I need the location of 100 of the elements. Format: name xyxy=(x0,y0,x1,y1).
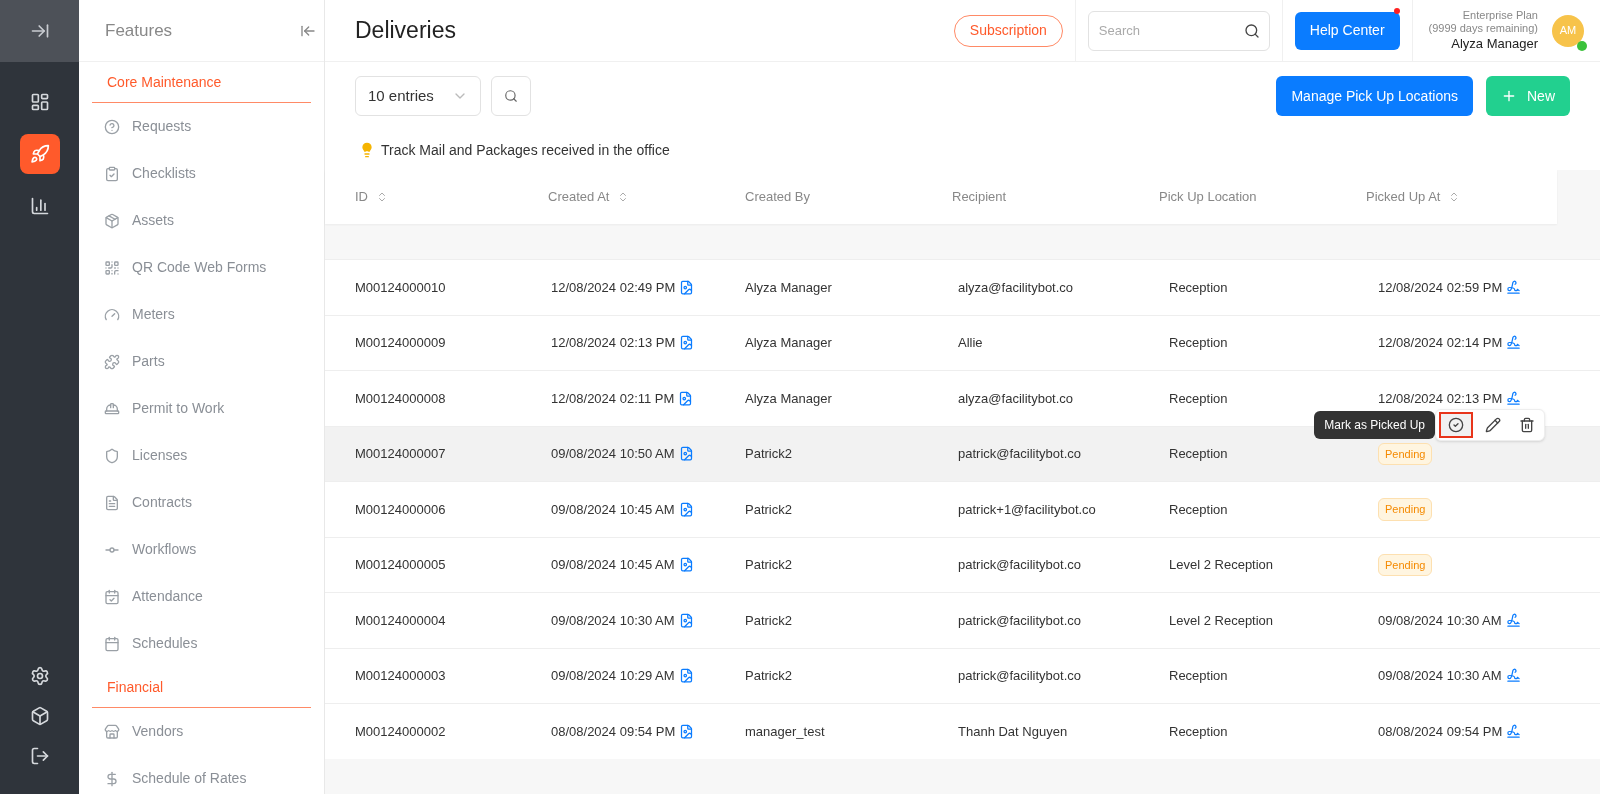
delete-icon[interactable] xyxy=(1519,416,1535,433)
table-cell-text: M00124000009 xyxy=(355,334,447,352)
table-cell-text: 09/08/2024 10:30 AM xyxy=(551,611,675,630)
table-cell-text: M00124000004 xyxy=(355,611,447,630)
search-icon[interactable] xyxy=(1243,22,1260,39)
sidebar-item[interactable]: Contracts xyxy=(79,479,324,526)
signature-icon[interactable] xyxy=(1505,612,1521,628)
search-field[interactable]: Search xyxy=(1087,10,1270,51)
column-header[interactable]: Created At xyxy=(548,187,745,207)
sidebar-item[interactable]: Permit to Work xyxy=(79,385,324,432)
table-cell-text: 12/08/2024 02:14 PM xyxy=(1378,334,1503,352)
table-cell-text: M00124000007 xyxy=(355,445,447,463)
sidebar-item[interactable]: Checklists xyxy=(79,150,324,197)
signature-icon[interactable] xyxy=(1506,723,1522,739)
sidebar-item[interactable]: Parts xyxy=(79,338,324,385)
sidebar-title: Features xyxy=(105,19,173,42)
search-button[interactable] xyxy=(491,76,531,116)
column-header[interactable]: Picked Up At xyxy=(1366,187,1557,207)
gauge-icon xyxy=(104,306,120,323)
signature-icon[interactable] xyxy=(1506,390,1522,406)
status-badge: Pending xyxy=(1378,442,1433,465)
table-cell-text: M00124000006 xyxy=(355,500,447,519)
table-cell-text: 09/08/2024 10:50 AM xyxy=(551,445,675,463)
sidebar-item[interactable]: Workflows xyxy=(79,526,324,573)
signature-icon[interactable] xyxy=(1505,668,1521,684)
table-cell-text: Thanh Dat Nguyen xyxy=(957,722,1069,741)
plan-label: Enterprise Plan xyxy=(1462,8,1538,23)
document-icon xyxy=(104,494,120,511)
table-cell-text: Patrick2 xyxy=(745,445,793,463)
table-cell-text: 09/08/2024 10:30 AM xyxy=(1378,667,1502,685)
sidebar-item[interactable]: Meters xyxy=(79,291,324,338)
table-cell-text: patrick@facilitybot.co xyxy=(957,556,1083,574)
sidebar-item[interactable]: Requests xyxy=(79,103,324,150)
sidebar-item[interactable]: Vendors xyxy=(79,708,324,755)
table-cell-text: patrick@facilitybot.co xyxy=(957,445,1083,463)
new-button[interactable]: New xyxy=(1486,76,1570,116)
sidebar-item[interactable]: Attendance xyxy=(79,573,324,620)
entries-select[interactable]: 10 entries xyxy=(355,76,481,116)
logout-icon[interactable] xyxy=(29,746,50,766)
edit-icon[interactable] xyxy=(1485,416,1501,433)
clipboard-icon xyxy=(104,165,120,182)
table-cell-text: M00124000010 xyxy=(355,278,447,297)
settings-icon[interactable] xyxy=(29,666,50,686)
image-file-icon[interactable] xyxy=(678,390,694,406)
image-file-icon[interactable] xyxy=(678,557,694,573)
sort-icon[interactable] xyxy=(376,191,388,203)
table-cell-text: alyza@facilitybot.co xyxy=(957,389,1075,408)
dollar-icon xyxy=(104,770,120,787)
column-header[interactable]: Created By xyxy=(745,187,952,207)
sidebar-item[interactable]: QR Code Web Forms xyxy=(79,244,324,291)
column-header[interactable]: Recipient xyxy=(952,187,1159,207)
search-icon xyxy=(504,89,518,103)
column-header[interactable]: Pick Up Location xyxy=(1159,187,1366,207)
table-cell-text: Patrick2 xyxy=(745,611,793,630)
tip-text: Track Mail and Packages received in the office xyxy=(381,140,670,160)
table-cell-text: alyza@facilitybot.co xyxy=(957,278,1075,297)
table-cell-text: Reception xyxy=(1168,445,1229,463)
table-cell-text: 12/08/2024 02:49 PM xyxy=(551,278,676,297)
section-heading: Financial xyxy=(107,679,164,695)
table-cell-text: patrick+1@facilitybot.co xyxy=(957,500,1097,519)
table-cell-text: Patrick2 xyxy=(745,500,793,519)
expand-icon[interactable] xyxy=(29,21,50,41)
sidebar-item[interactable]: Schedule of Rates xyxy=(79,755,324,794)
table-cell-text: 09/08/2024 10:30 AM xyxy=(1378,611,1502,630)
table-cell-text: Alyza Manager xyxy=(745,278,833,297)
sidebar-item[interactable]: Licenses xyxy=(79,432,324,479)
help-center-button[interactable]: Help Center xyxy=(1294,11,1400,50)
table-cell-text: 09/08/2024 10:29 AM xyxy=(551,667,675,685)
image-file-icon[interactable] xyxy=(679,723,695,739)
table-cell-text: 08/08/2024 09:54 PM xyxy=(551,722,676,741)
helmet-icon xyxy=(104,400,120,417)
table-cell-text: Reception xyxy=(1168,722,1229,741)
column-header[interactable]: ID xyxy=(355,187,548,207)
table-cell-text: 09/08/2024 10:45 AM xyxy=(551,556,675,574)
lightbulb-icon xyxy=(359,142,375,158)
image-file-icon[interactable] xyxy=(678,501,694,517)
signature-icon[interactable] xyxy=(1506,279,1522,295)
sidebar-item[interactable]: Assets xyxy=(79,197,324,244)
signature-icon[interactable] xyxy=(1506,335,1522,351)
image-file-icon[interactable] xyxy=(679,335,695,351)
cube-icon[interactable] xyxy=(29,706,50,726)
mark-picked-up-button[interactable] xyxy=(1439,411,1473,438)
sidebar-item[interactable]: Schedules xyxy=(79,620,324,667)
table-cell-text: M00124000002 xyxy=(355,722,447,741)
table-cell-text: M00124000008 xyxy=(355,389,447,408)
image-file-icon[interactable] xyxy=(678,668,694,684)
rail-button[interactable] xyxy=(19,134,60,174)
table-cell-text: Patrick2 xyxy=(745,556,793,574)
table-cell-text: 08/08/2024 09:54 PM xyxy=(1378,722,1503,741)
shield-icon xyxy=(104,447,120,464)
table-cell-text: patrick@facilitybot.co xyxy=(957,611,1083,630)
page-title: Deliveries xyxy=(355,16,457,46)
image-file-icon[interactable] xyxy=(678,446,694,462)
table-cell-text: Alyza Manager xyxy=(745,389,833,408)
manage-locations-button[interactable]: Manage Pick Up Locations xyxy=(1276,76,1473,116)
table-cell-text: Reception xyxy=(1168,334,1229,352)
chart-icon xyxy=(29,196,50,216)
image-file-icon[interactable] xyxy=(678,612,694,628)
store-icon xyxy=(104,723,120,740)
image-file-icon[interactable] xyxy=(679,279,695,295)
